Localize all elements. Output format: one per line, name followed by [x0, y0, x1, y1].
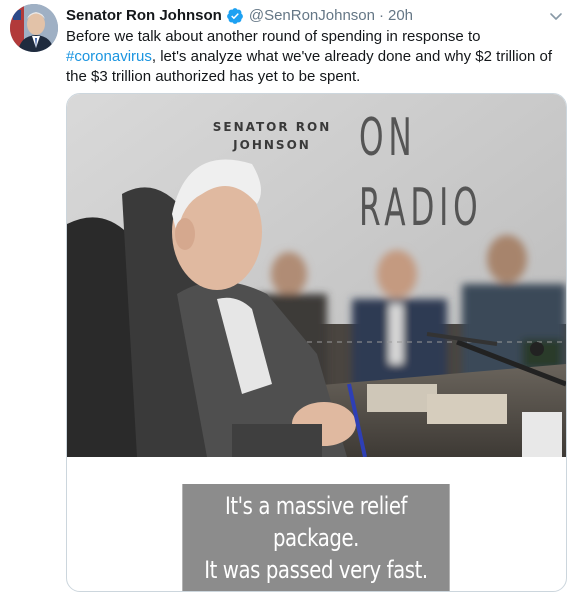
promo-word-radio: RADIO [359, 178, 483, 238]
promo-word-on: ON [359, 108, 417, 168]
verified-badge-icon [226, 7, 244, 25]
promo-name: SENATOR RON JOHNSON [197, 118, 347, 154]
caption-box: It's a massive relief package. It was pa… [182, 484, 450, 591]
avatar[interactable] [10, 4, 58, 52]
tweet-text: Before we talk about another round of sp… [66, 27, 566, 87]
chevron-down-icon[interactable] [547, 7, 565, 25]
caption-line1: It's a massive relief package. [224, 491, 408, 552]
tweet-header: Senator Ron Johnson @SenRonJohnson · 20h [66, 5, 565, 27]
promo-name-line1: SENATOR RON [212, 120, 332, 134]
promo-name-line2: JOHNSON [233, 138, 311, 152]
author-handle[interactable]: @SenRonJohnson [249, 6, 375, 26]
separator-dot: · [379, 7, 384, 24]
timestamp[interactable]: 20h [388, 6, 413, 26]
hashtag-link[interactable]: #coronavirus [66, 48, 152, 65]
caption-line2: It was passed very fast. [204, 555, 428, 584]
tweet-text-part: Before we talk about another round of sp… [66, 28, 481, 45]
media-card[interactable]: SENATOR RON JOHNSON ON RADIO It's a mass… [66, 93, 567, 592]
author-name[interactable]: Senator Ron Johnson [66, 6, 222, 26]
